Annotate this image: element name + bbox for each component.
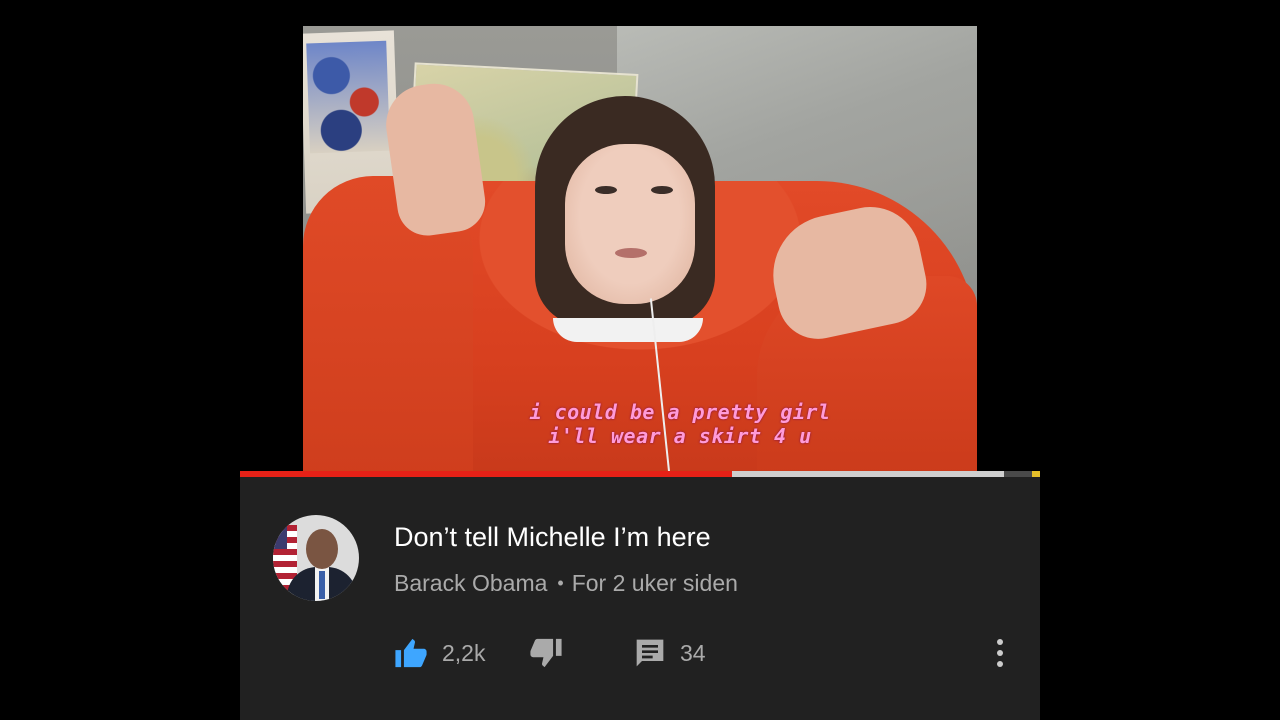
- channel-avatar[interactable]: [273, 515, 359, 601]
- thumbs-down-icon: [530, 638, 562, 668]
- video-meta: Barack Obama • For 2 uker siden: [394, 570, 738, 597]
- comments-button[interactable]: 34: [634, 633, 706, 673]
- screen: i could be a pretty girl i'll wear a ski…: [0, 0, 1280, 720]
- dislike-button[interactable]: [529, 633, 563, 673]
- video-mouth: [615, 248, 647, 258]
- action-bar: 2,2k 34: [394, 633, 1014, 673]
- like-button[interactable]: 2,2k: [394, 633, 485, 673]
- video-player[interactable]: i could be a pretty girl i'll wear a ski…: [303, 26, 977, 471]
- video-caption-line-1: i could be a pretty girl: [529, 400, 831, 424]
- video-face: [565, 144, 695, 304]
- meta-separator: •: [557, 573, 564, 593]
- video-eye: [651, 186, 673, 194]
- thumbs-up-icon: [395, 638, 427, 668]
- posted-time: For 2 uker siden: [571, 570, 738, 596]
- video-caption-line-2: i'll wear a skirt 4 u: [548, 424, 812, 448]
- video-info-panel: Don’t tell Michelle I’m here Barack Obam…: [240, 477, 1040, 720]
- video-collar: [553, 318, 703, 342]
- video-eye: [595, 186, 617, 194]
- channel-name[interactable]: Barack Obama: [394, 570, 547, 596]
- more-vertical-icon: [997, 639, 1003, 645]
- comment-icon: [636, 639, 664, 667]
- more-options-button[interactable]: [992, 637, 1008, 669]
- comment-count: 34: [680, 639, 706, 666]
- like-count: 2,2k: [442, 639, 486, 666]
- video-title[interactable]: Don’t tell Michelle I’m here: [394, 522, 711, 553]
